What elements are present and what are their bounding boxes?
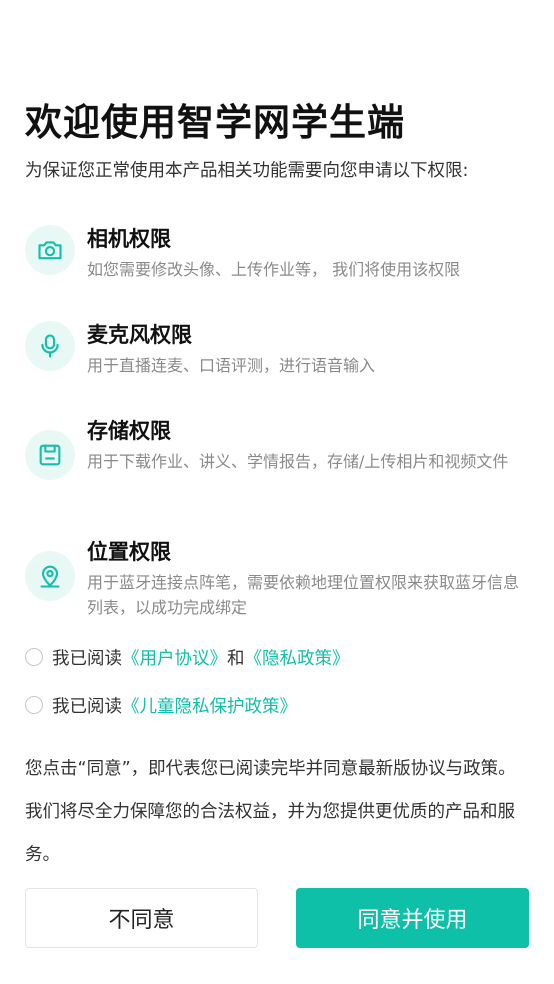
storage-icon [25,430,75,480]
permission-desc: 用于直播连麦、口语评测，进行语音输入 [87,356,376,375]
permission-desc: 如您需要修改头像、上传作业等， 我们将使用该权限 [87,260,461,279]
page-title: 欢迎使用智学网学生端 [25,101,405,144]
microphone-icon [25,321,75,371]
permission-title: 存储权限 [87,419,171,443]
child-privacy-policy-link[interactable]: 《儿童隐私保护政策》 [122,693,297,718]
agreement-row-child-privacy: 我已阅读 《儿童隐私保护政策》 [25,692,297,718]
agree-user-privacy-radio[interactable] [25,648,43,666]
agree-child-privacy-radio[interactable] [25,696,43,714]
privacy-policy-link[interactable]: 《隐私政策》 [245,645,350,670]
permission-desc: 用于下载作业、讲义、学情报告，存储/上传相片和视频文件 [87,452,509,471]
permission-title: 位置权限 [87,540,171,564]
permission-title: 麦克风权限 [87,323,192,347]
subtitle: 为保证您正常使用本产品相关功能需要向您申请以下权限: [25,161,469,181]
decline-button[interactable]: 不同意 [25,888,258,948]
accept-and-use-button[interactable]: 同意并使用 [296,888,529,948]
location-icon [25,551,75,601]
permission-title: 相机权限 [87,227,171,251]
consent-notice: 您点击“同意”，即代表您已阅读完毕并同意最新版协议与政策。我们将尽全力保障您的合… [25,759,516,865]
agreement-prefix: 我已阅读 [52,696,122,717]
camera-icon [25,225,75,275]
user-agreement-link[interactable]: 《用户协议》 [122,645,227,670]
permission-desc: 用于蓝牙连接点阵笔，需要依赖地理位置权限来获取蓝牙信息列表，以成功完成绑定 [87,573,520,617]
agreement-prefix: 我已阅读 [52,648,122,669]
agreement-conjunction: 和 [227,648,245,669]
agreement-row-user-privacy: 我已阅读 《用户协议》 和 《隐私政策》 [25,644,350,670]
